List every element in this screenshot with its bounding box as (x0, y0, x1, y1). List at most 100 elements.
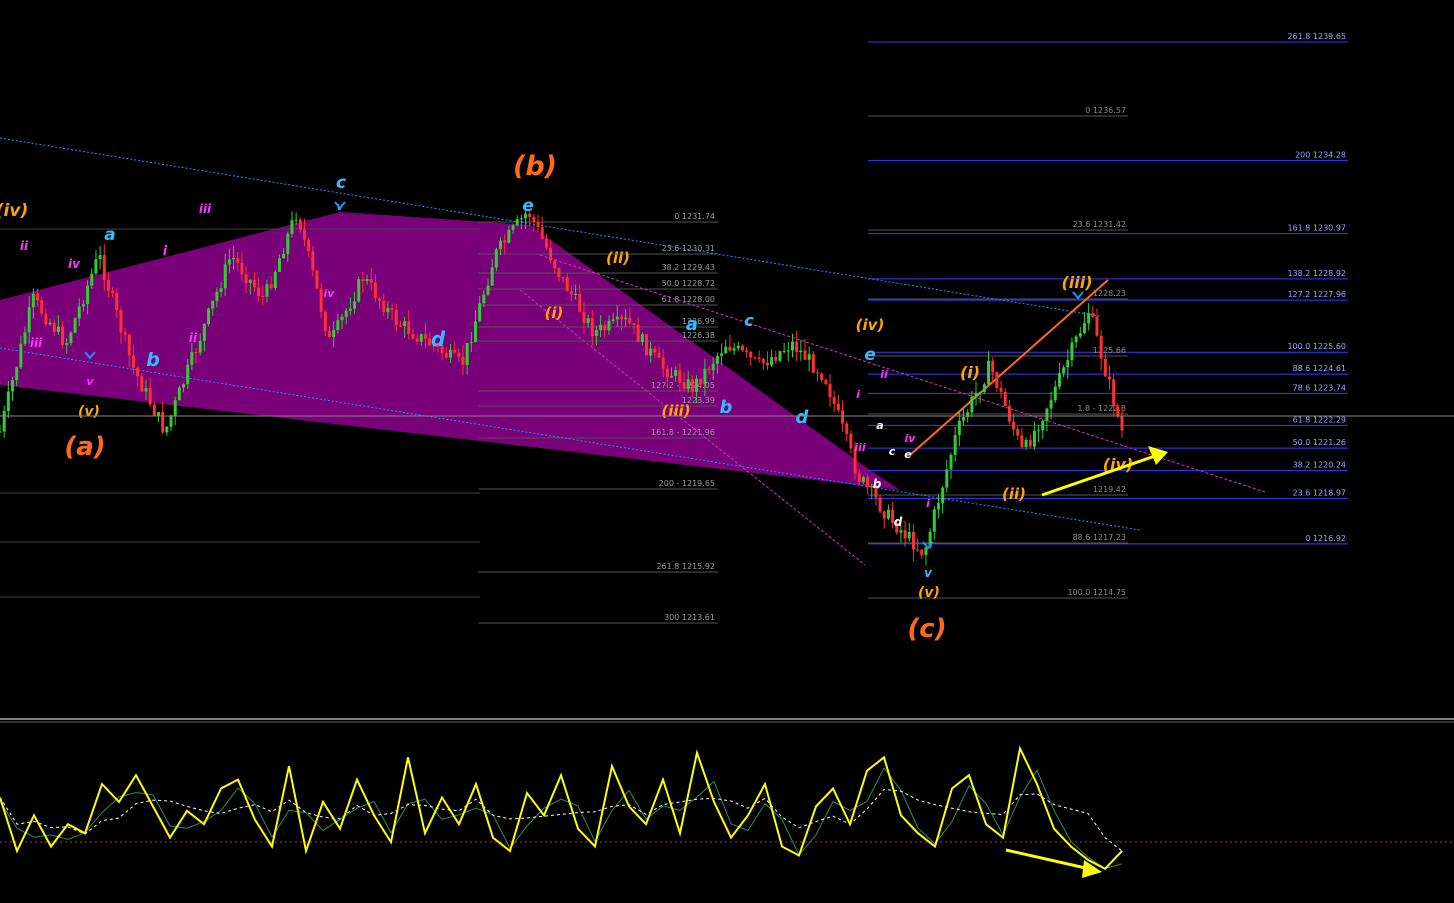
candle-body (23, 332, 27, 344)
candle-body (903, 530, 907, 539)
candle-body (561, 277, 565, 279)
candle-body (44, 313, 48, 325)
candle-body (369, 279, 373, 283)
candle-body (11, 380, 15, 392)
candle-body (999, 387, 1003, 392)
candle-body (715, 355, 719, 364)
candle-body (215, 291, 219, 301)
wave-label: (b) (513, 151, 557, 182)
candle-body (36, 293, 40, 301)
fib-label-left: 261.8 1215.92 (656, 562, 715, 571)
wave-label: a (686, 314, 698, 335)
candle-body (765, 362, 769, 366)
wave-label: v (924, 566, 933, 580)
candle-body (257, 287, 261, 297)
candle-body (98, 255, 102, 260)
candle-body (632, 323, 636, 325)
candle-body (678, 370, 682, 383)
wave-label: (iii) (1061, 273, 1092, 292)
candle-body (478, 303, 482, 322)
candle-body (19, 343, 23, 368)
candle-body (670, 375, 674, 378)
candle-body (636, 324, 640, 343)
candle-body (177, 387, 181, 401)
candle-body (373, 282, 377, 299)
candle-body (519, 218, 523, 220)
candle-body (732, 348, 736, 351)
fib-label-right: 138.2 1228.92 (1287, 269, 1346, 278)
candle-body (724, 346, 728, 354)
wave-label: (v) (78, 404, 100, 420)
candle-body (140, 376, 144, 392)
wave-label: ii (20, 239, 29, 253)
candle-body (790, 341, 794, 351)
candle-body (907, 531, 911, 539)
candle-body (549, 247, 553, 261)
candle-body (236, 257, 240, 263)
fib-label-right: 261.8 1239.65 (1287, 32, 1346, 41)
candle-body (882, 511, 886, 519)
wave-label: (iv) (856, 316, 885, 334)
candle-body (682, 382, 686, 390)
candle-body (1045, 408, 1049, 421)
candle-body (486, 285, 490, 295)
candle-body (106, 280, 110, 291)
candle-body (603, 324, 607, 331)
fib-label-right: 127.2 1227.96 (1287, 290, 1346, 299)
candle-body (499, 240, 503, 250)
candle-body (415, 338, 419, 342)
candle-body (1078, 333, 1082, 337)
candle-body (657, 352, 661, 358)
wave-label: iii (30, 336, 43, 350)
candle-body (911, 531, 915, 550)
candle-body (219, 288, 223, 292)
candle-body (277, 258, 281, 272)
wave-label: d (894, 515, 903, 529)
candle-body (411, 333, 415, 339)
candle-body (1112, 379, 1116, 407)
candle-body (1041, 420, 1045, 431)
candle-body (978, 392, 982, 394)
candle-body (211, 300, 215, 309)
candle-body (803, 350, 807, 360)
candle-body (924, 547, 928, 556)
candle-body (73, 318, 77, 333)
candle-body (932, 509, 936, 532)
candle-body (866, 477, 870, 488)
candle-body (511, 225, 515, 230)
fib-label-middle: 1225.66 (1093, 346, 1126, 355)
candle-body (811, 354, 815, 373)
candle-body (311, 251, 315, 271)
candle-body (574, 293, 578, 295)
candle-body (674, 370, 678, 376)
fib-label-middle: 100.0 1214.75 (1067, 588, 1126, 597)
candle-body (457, 352, 461, 357)
candle-body (473, 321, 477, 343)
candle-body (624, 317, 628, 320)
candle-body (56, 326, 60, 333)
candle-body (27, 307, 31, 333)
candle-body (599, 324, 603, 331)
wave-label: (v) (918, 585, 940, 601)
candle-body (494, 249, 498, 268)
candle-body (557, 268, 561, 278)
candle-body (982, 384, 986, 393)
fib-label-left: 61.8 1228.00 (662, 295, 715, 304)
candle-body (761, 358, 765, 363)
candle-body (119, 310, 123, 333)
candle-body (690, 379, 694, 392)
fib-label-middle: 1219.42 (1093, 485, 1126, 494)
candle-body (619, 316, 623, 320)
candle-body (1003, 391, 1007, 407)
candle-body (86, 285, 90, 305)
candle-body (1095, 316, 1099, 336)
candle-body (61, 326, 65, 345)
candle-body (795, 341, 799, 353)
candle-body (820, 373, 824, 380)
wave-label: b (873, 477, 882, 491)
candle-body (740, 345, 744, 351)
candle-body (1103, 358, 1107, 377)
fib-label-left: 38.2 1229.43 (662, 263, 715, 272)
wave-label: iii (854, 441, 866, 454)
candle-body (736, 345, 740, 349)
